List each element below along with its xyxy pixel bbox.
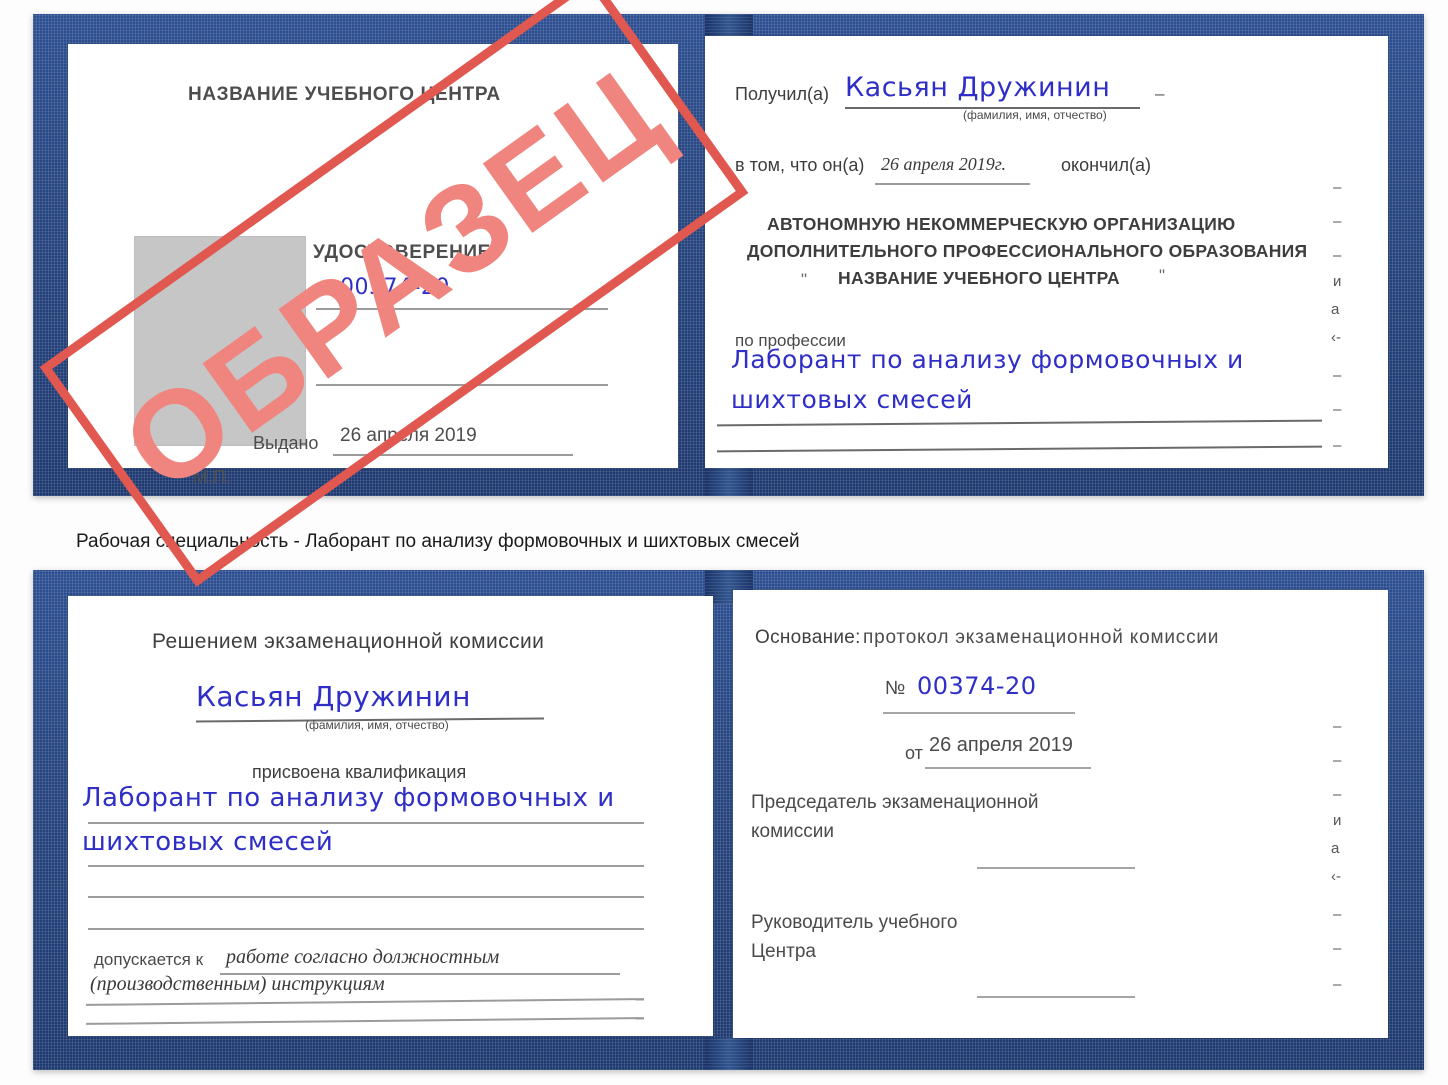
qualification-rule-1 <box>88 822 644 824</box>
commission-heading: Решением экзаменационной комиссии <box>152 630 545 653</box>
chair-signature-rule <box>977 867 1135 869</box>
profession-value-line-2: шихтовых смесей <box>731 385 973 414</box>
fio-hint: (фамилия, имя, отчество) <box>963 108 1107 122</box>
head-signature-rule <box>977 996 1135 998</box>
profession-value-line-1: Лаборант по анализу формовочных и <box>731 345 1244 374</box>
protocol-number-value: 00374-20 <box>917 672 1037 700</box>
bottom-edge-fragment-column: – – – и а ‹- – – – <box>1329 718 1369 1008</box>
bottom-right-page: Основание: протокол экзаменационной коми… <box>733 590 1388 1038</box>
basis-value: протокол экзаменационной комиссии <box>863 627 1220 648</box>
edge-fragment: ‹- <box>1331 868 1341 885</box>
top-left-page: НАЗВАНИЕ УЧЕБНОГО ЦЕНТРА УДОСТОВЕРЕНИЕ №… <box>68 44 678 487</box>
seal-label: М.П. <box>193 467 231 487</box>
blank-rule-1 <box>88 896 644 898</box>
top-right-page: Получил(а) Касьян Дружинин (фамилия, имя… <box>705 36 1388 468</box>
edge-fragment: – <box>1333 976 1342 993</box>
person-name: Касьян Дружинин <box>196 680 471 713</box>
issued-rule <box>333 454 573 456</box>
bottom-left-page: Решением экзаменационной комиссии Касьян… <box>68 596 713 1036</box>
qualification-value-line-1: Лаборант по анализу формовочных и <box>82 783 615 813</box>
document-title: УДОСТОВЕРЕНИЕ <box>313 242 491 263</box>
edge-fragment: – <box>1333 401 1342 418</box>
blank-rule-2 <box>88 928 644 930</box>
issued-value: 26 апреля 2019 <box>340 425 477 446</box>
photo-placeholder <box>134 236 306 446</box>
top-edge-fragment-column: – – – и а ‹- – – – <box>1329 179 1369 469</box>
edge-fragment: и <box>1333 273 1342 290</box>
date-rule <box>875 183 1030 185</box>
dash-after-name: – <box>1155 84 1165 103</box>
admitted-label: допускается к <box>94 950 204 969</box>
certificate-top: НАЗВАНИЕ УЧЕБНОГО ЦЕНТРА УДОСТОВЕРЕНИЕ №… <box>33 14 1424 496</box>
org-quote-open: " <box>801 270 808 289</box>
edge-fragment: – <box>1333 940 1342 957</box>
fio-hint: (фамилия, имя, отчество) <box>305 718 449 732</box>
caption-text: Рабочая специальность - Лаборант по анал… <box>76 531 800 552</box>
from-value: 26 апреля 2019 <box>929 734 1073 756</box>
qualification-rule-2 <box>88 865 644 867</box>
edge-fragment: – <box>1333 247 1342 264</box>
protocol-number-label: № <box>885 678 906 699</box>
head-label-line-2: Центра <box>751 941 816 962</box>
edge-fragment: и <box>1333 812 1342 829</box>
spine-notch-bottom <box>704 1038 753 1070</box>
completion-date: 26 апреля 2019г. <box>881 154 1007 174</box>
received-value: Касьян Дружинин <box>845 72 1111 103</box>
qualification-label: присвоена квалификация <box>252 762 467 782</box>
edge-fragment: – <box>1333 213 1342 230</box>
chair-label-line-1: Председатель экзаменационной <box>751 792 1039 813</box>
edge-fragment: – <box>1333 367 1342 384</box>
admitted-value-line-2: (производственным) инструкциям <box>90 973 385 995</box>
edge-fragment: – <box>1333 752 1342 769</box>
number-rule <box>316 308 608 310</box>
chair-label-line-2: комиссии <box>751 821 834 842</box>
edge-fragment: – <box>1333 718 1342 735</box>
edge-fragment: – <box>1333 437 1342 454</box>
issued-label: Выдано <box>253 433 319 453</box>
admitted-value-line-1: работе согласно должностным <box>226 946 500 968</box>
number-label: № <box>318 279 338 299</box>
org-quote-close: " <box>1159 266 1166 285</box>
finished-label: окончил(а) <box>1061 155 1151 175</box>
org-line-2: ДОПОЛНИТЕЛЬНОГО ПРОФЕССИОНАЛЬНОГО ОБРАЗО… <box>747 241 1308 261</box>
edge-fragment: – <box>1333 179 1342 196</box>
protocol-number-rule <box>883 712 1075 714</box>
admitted-rule-2 <box>86 998 644 1006</box>
basis-label: Основание: <box>755 627 861 648</box>
org-line-3: НАЗВАНИЕ УЧЕБНОГО ЦЕНТРА <box>838 268 1120 288</box>
org-line-1: АВТОНОМНУЮ НЕКОММЕРЧЕСКУЮ ОРГАНИЗАЦИЮ <box>767 214 1236 234</box>
spine-notch-bottom <box>704 464 753 496</box>
in-that-label: в том, что он(а) <box>735 155 865 175</box>
number-value: 00374-20 <box>340 275 450 300</box>
edge-fragment: а <box>1331 301 1340 318</box>
edge-fragment: – <box>1333 906 1342 923</box>
qualification-value-line-2: шихтовых смесей <box>82 827 334 857</box>
edge-fragment: ‹- <box>1331 329 1341 346</box>
edge-fragment: а <box>1331 840 1340 857</box>
from-rule <box>925 767 1091 769</box>
profession-rule-1 <box>717 419 1322 426</box>
training-center-name: НАЗВАНИЕ УЧЕБНОГО ЦЕНТРА <box>188 84 501 105</box>
head-label-line-1: Руководитель учебного <box>751 912 958 933</box>
edge-fragment: – <box>1333 786 1342 803</box>
profession-rule-2 <box>717 445 1322 452</box>
from-label: от <box>905 743 923 763</box>
blank-rule-1 <box>316 384 608 386</box>
received-label: Получил(а) <box>735 84 829 104</box>
certificate-bottom: Решением экзаменационной комиссии Касьян… <box>33 570 1424 1070</box>
admitted-rule-3 <box>86 1017 644 1025</box>
